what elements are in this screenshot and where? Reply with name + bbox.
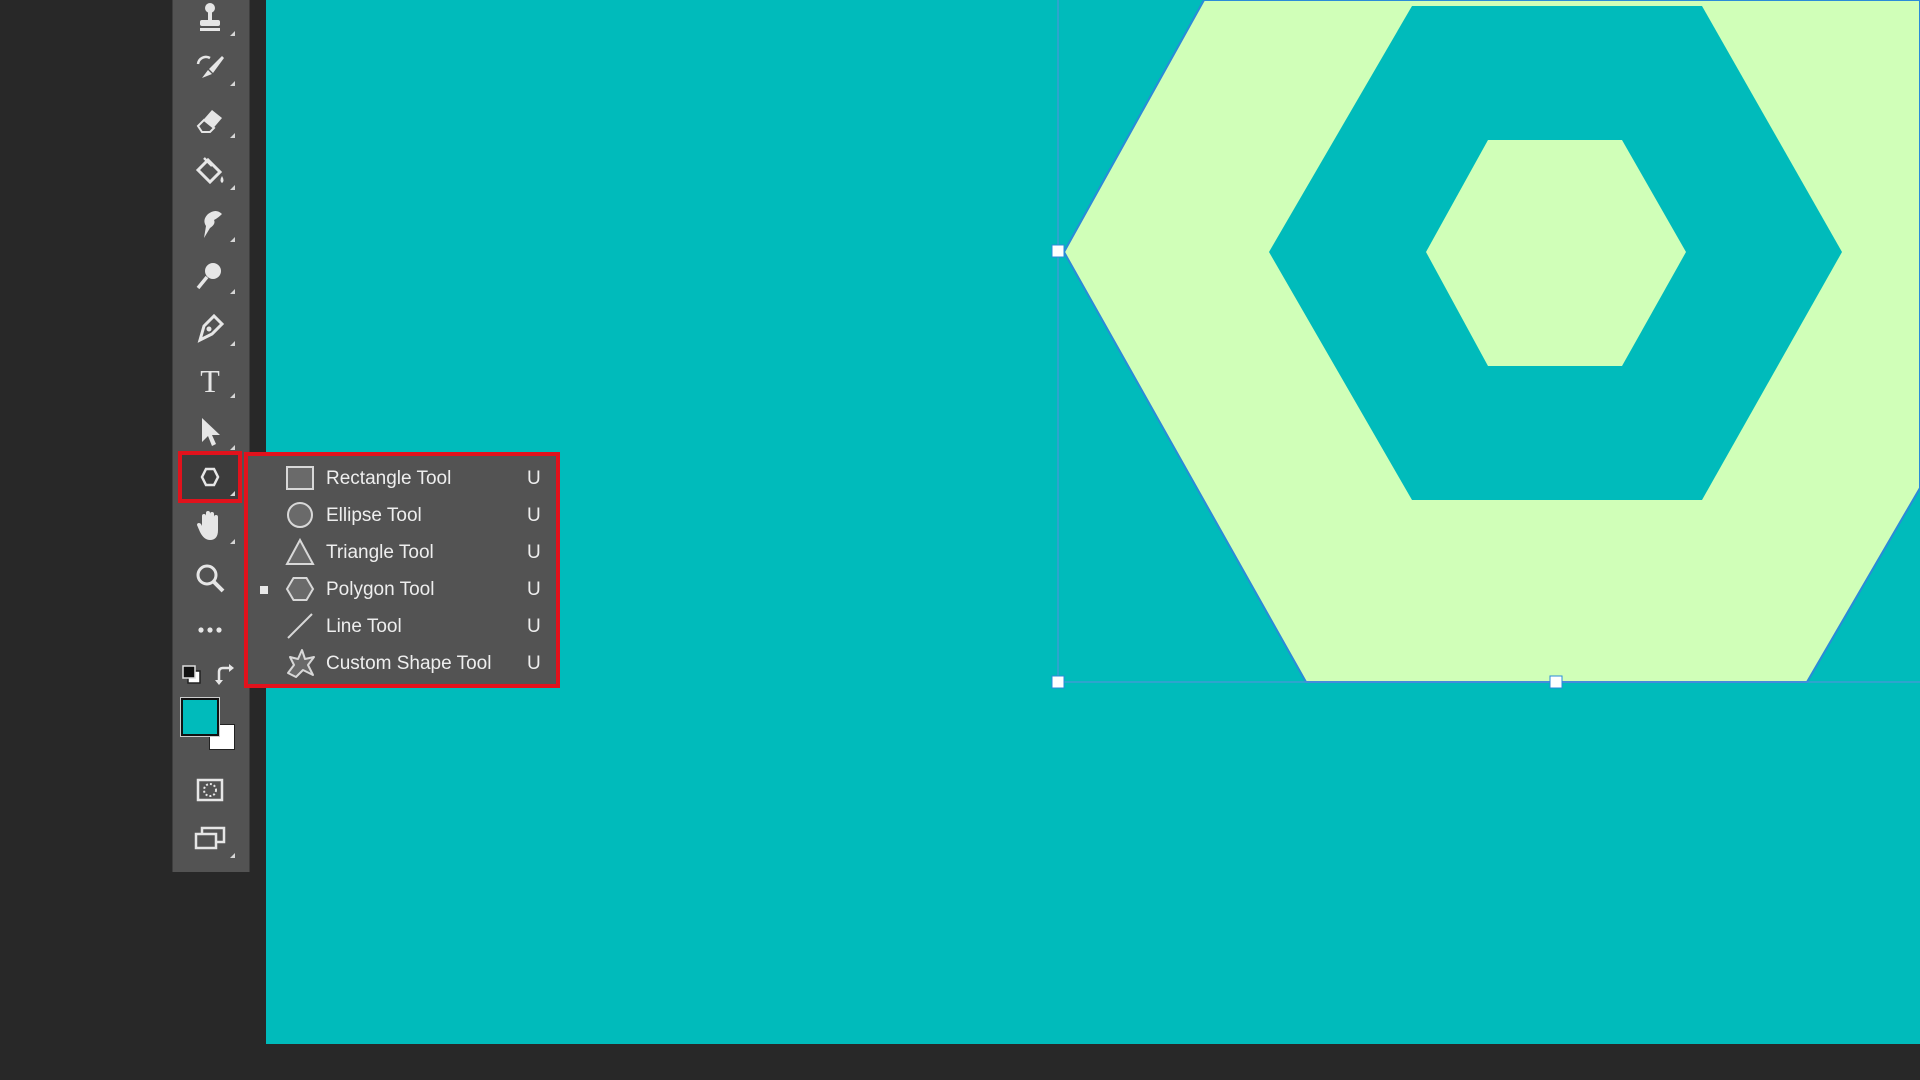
clone-stamp-tool[interactable] [179, 0, 241, 42]
foreground-color-swatch[interactable] [181, 698, 219, 736]
menu-item-shortcut: U [527, 615, 541, 637]
swap-colors-button[interactable] [213, 662, 239, 688]
rectangle-icon [286, 466, 314, 490]
paint-bucket-icon [195, 157, 224, 185]
zoom-icon [196, 564, 225, 593]
line-icon [287, 613, 313, 639]
menu-item-polygon-tool[interactable]: Polygon Tool U [248, 571, 556, 608]
ellipse-icon [287, 502, 313, 528]
type-tool-glyph: T [200, 363, 220, 398]
menu-item-label: Rectangle Tool [326, 467, 452, 489]
menu-item-triangle-tool[interactable]: Triangle Tool U [248, 534, 556, 571]
path-selection-icon [202, 418, 220, 446]
dodge-tool[interactable] [179, 252, 241, 300]
path-selection-tool[interactable] [179, 408, 241, 456]
shape-tool-button[interactable] [178, 451, 242, 503]
quick-mask-button[interactable] [179, 766, 241, 814]
menu-item-shortcut: U [527, 652, 541, 674]
menu-item-ellipse-tool[interactable]: Ellipse Tool U [248, 497, 556, 534]
menu-item-label: Line Tool [326, 615, 402, 637]
menu-item-shortcut: U [527, 504, 541, 526]
transform-handle-bottom-left[interactable] [1051, 675, 1065, 689]
eraser-icon [196, 110, 222, 133]
menu-item-line-tool[interactable]: Line Tool U [248, 608, 556, 645]
clone-stamp-icon [200, 3, 220, 31]
type-icon: T [200, 363, 220, 398]
more-icon [198, 627, 222, 633]
swap-colors-icon [215, 664, 234, 685]
screen-mode-icon [194, 826, 226, 850]
polygon-icon [200, 467, 220, 487]
pen-tool[interactable] [179, 304, 241, 352]
photoshop-window: T Rectangle Tool U Ellipse Tool U Triang… [0, 0, 1920, 1080]
menu-item-label: Triangle Tool [326, 541, 434, 563]
menu-item-custom-shape-tool[interactable]: Custom Shape Tool U [248, 645, 556, 682]
zoom-tool[interactable] [179, 554, 241, 602]
selected-indicator [260, 585, 268, 594]
transform-handle-left[interactable] [1051, 244, 1065, 258]
more-tools-button[interactable] [179, 606, 241, 654]
triangle-icon [285, 537, 315, 565]
default-colors-button[interactable] [181, 664, 203, 686]
polygon-icon [285, 577, 315, 601]
menu-item-rectangle-tool[interactable]: Rectangle Tool U [248, 460, 556, 497]
smudge-icon [204, 211, 222, 238]
hand-icon [197, 511, 218, 540]
paint-bucket-tool[interactable] [179, 148, 241, 196]
menu-item-shortcut: U [527, 541, 541, 563]
custom-shape-icon [287, 649, 315, 678]
tools-panel: T [172, 0, 250, 872]
menu-item-shortcut: U [527, 578, 541, 600]
dodge-icon [196, 263, 221, 290]
smudge-tool[interactable] [179, 200, 241, 248]
type-tool[interactable]: T [179, 356, 241, 404]
hand-tool[interactable] [179, 502, 241, 550]
quick-mask-icon [196, 778, 224, 802]
history-brush-tool[interactable] [179, 44, 241, 92]
shape-tools-flyout-menu: Rectangle Tool U Ellipse Tool U Triangle… [244, 452, 560, 688]
menu-item-label: Custom Shape Tool [326, 652, 492, 674]
screen-mode-button[interactable] [179, 816, 241, 864]
menu-item-label: Polygon Tool [326, 578, 435, 600]
menu-item-shortcut: U [527, 467, 541, 489]
transform-handle-bottom[interactable] [1549, 675, 1563, 689]
pen-icon [197, 313, 225, 343]
default-colors-icon [182, 665, 201, 684]
menu-item-label: Ellipse Tool [326, 504, 422, 526]
eraser-tool[interactable] [179, 96, 241, 144]
history-brush-icon [196, 55, 224, 78]
